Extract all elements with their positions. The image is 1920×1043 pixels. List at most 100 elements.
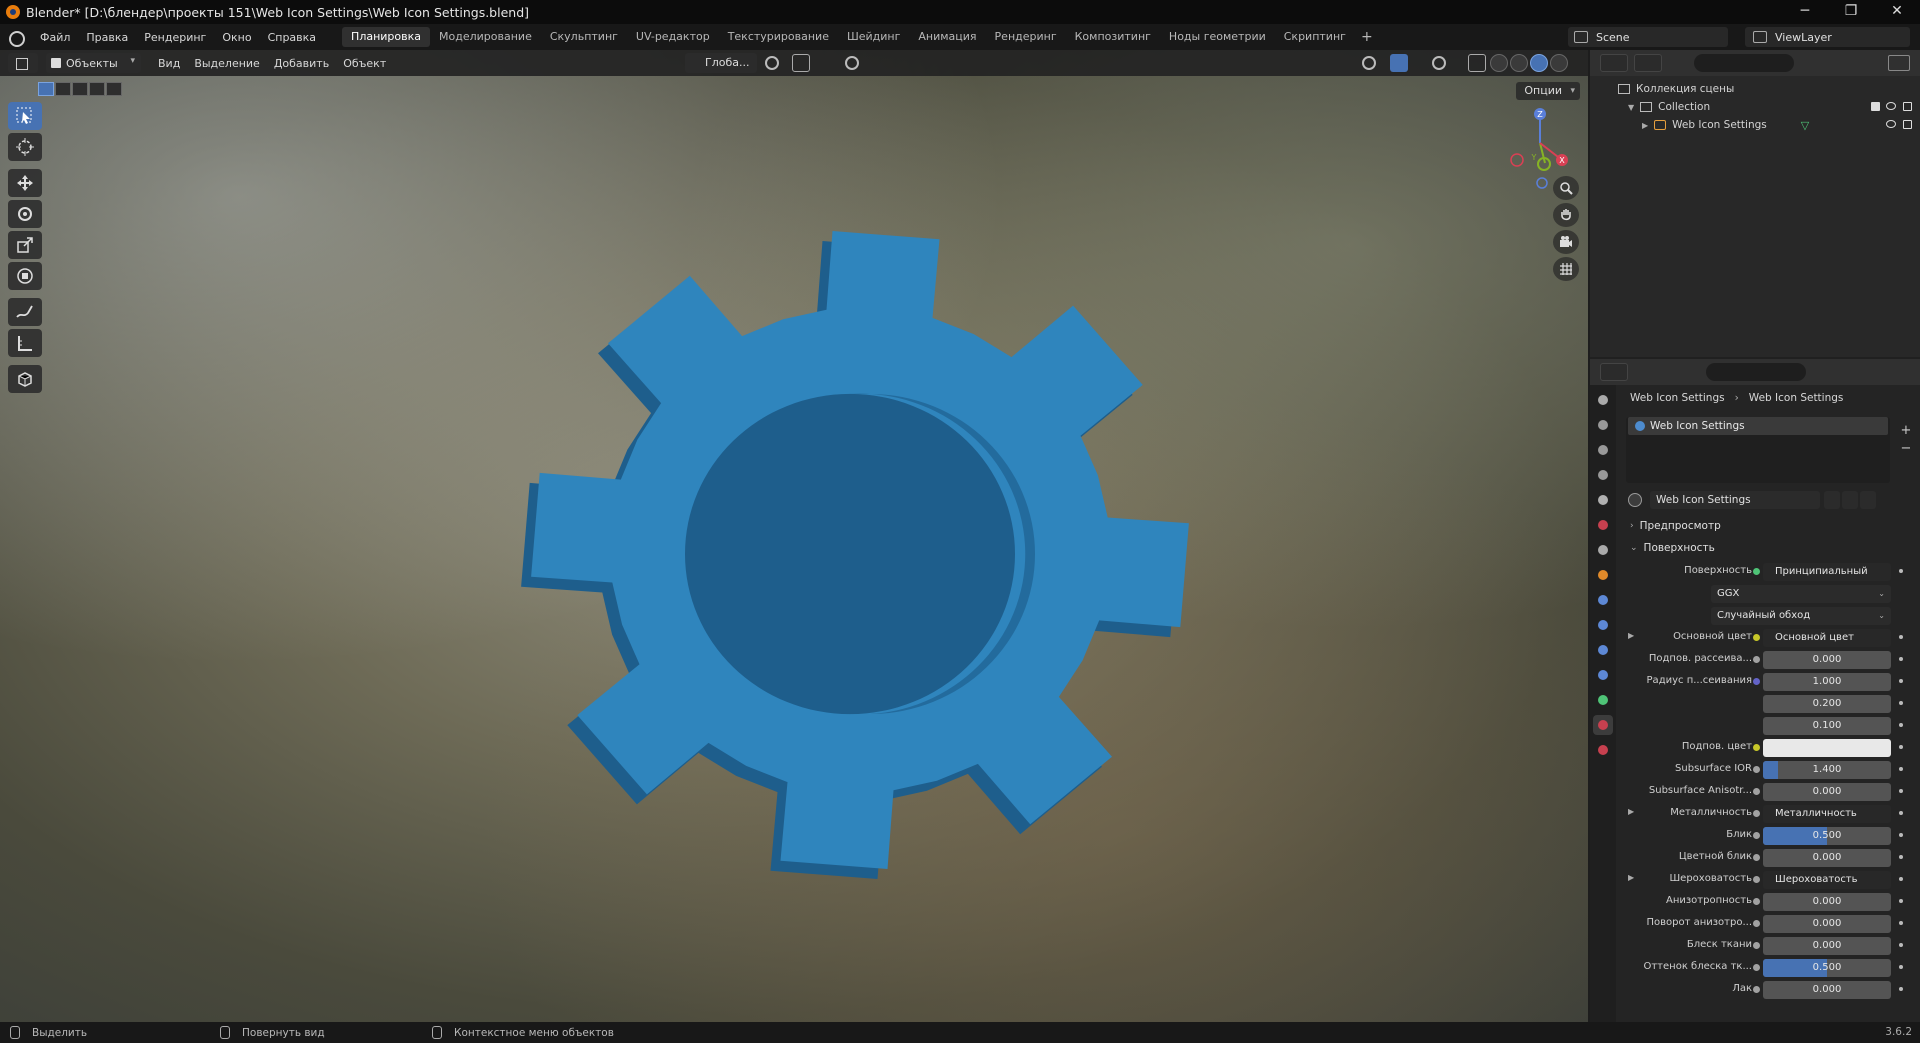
world-tab-icon[interactable]: [1593, 515, 1613, 535]
tab-texture-paint[interactable]: Текстурирование: [719, 27, 838, 47]
socket-icon[interactable]: [1753, 920, 1760, 927]
socket-icon[interactable]: [1753, 942, 1760, 949]
socket-icon[interactable]: [1753, 678, 1760, 685]
3d-viewport[interactable]: Объекты ▾ Вид Выделение Добавить Объект …: [0, 50, 1588, 1022]
duplicate-material-button[interactable]: [1842, 491, 1858, 509]
select-box-icon[interactable]: [8, 102, 42, 130]
proportional-edit-icon[interactable]: [845, 56, 859, 70]
socket-icon[interactable]: [1753, 744, 1760, 751]
close-button[interactable]: ✕: [1874, 0, 1920, 24]
keyframe-dot-icon[interactable]: [1899, 833, 1903, 837]
material-browse-icon[interactable]: [1628, 493, 1642, 507]
tab-layout[interactable]: Планировка: [342, 27, 431, 47]
rotate-icon[interactable]: [8, 200, 42, 228]
tab-sculpting[interactable]: Скульптинг: [541, 27, 627, 47]
overlay-icon[interactable]: [1432, 56, 1446, 70]
material-tab-icon[interactable]: [1593, 715, 1613, 735]
remove-slot-button[interactable]: −: [1898, 441, 1914, 457]
gizmo-neg-x-axis[interactable]: [1510, 153, 1524, 167]
keyframe-dot-icon[interactable]: [1899, 965, 1903, 969]
camera-render-icon[interactable]: [1903, 120, 1912, 129]
number-field[interactable]: 0.100: [1763, 717, 1891, 735]
add-workspace-button[interactable]: +: [1355, 29, 1379, 45]
rendered-shading-icon[interactable]: [1550, 54, 1568, 72]
number-field[interactable]: 0.000: [1763, 915, 1891, 933]
add-cube-icon[interactable]: [8, 365, 42, 393]
scene-selector[interactable]: Scene: [1568, 27, 1728, 47]
output-tab-icon[interactable]: [1593, 440, 1613, 460]
grid-icon[interactable]: [1553, 257, 1579, 281]
menu-select[interactable]: Выделение: [187, 57, 267, 70]
unlink-material-button[interactable]: [1860, 491, 1876, 509]
socket-icon[interactable]: [1753, 656, 1760, 663]
number-field[interactable]: 0.000: [1763, 651, 1891, 669]
keyframe-dot-icon[interactable]: [1899, 569, 1903, 573]
constraints-tab-icon[interactable]: [1593, 665, 1613, 685]
maximize-button[interactable]: ❐: [1828, 0, 1874, 24]
blender-menu-icon[interactable]: [8, 29, 25, 47]
editor-type-icon[interactable]: [8, 53, 38, 73]
move-icon[interactable]: [8, 169, 42, 197]
number-field[interactable]: 1.000: [1763, 673, 1891, 691]
snap-icon[interactable]: [792, 54, 810, 72]
keyframe-dot-icon[interactable]: [1899, 745, 1903, 749]
eye-icon[interactable]: [1886, 120, 1896, 128]
keyframe-dot-icon[interactable]: [1899, 657, 1903, 661]
zoom-icon[interactable]: [1553, 176, 1579, 200]
socket-icon[interactable]: [1753, 810, 1760, 817]
add-slot-button[interactable]: +: [1898, 423, 1914, 439]
number-field[interactable]: 0.000: [1763, 783, 1891, 801]
minimize-button[interactable]: ─: [1782, 0, 1828, 24]
keyframe-dot-icon[interactable]: [1899, 767, 1903, 771]
tab-animation[interactable]: Анимация: [909, 27, 985, 47]
link-field[interactable]: Основной цвет: [1763, 629, 1891, 647]
tool-tab-icon[interactable]: [1593, 390, 1613, 410]
select-new-icon[interactable]: [38, 82, 54, 96]
transform-icon[interactable]: [8, 262, 42, 290]
cursor-icon[interactable]: [8, 133, 42, 161]
data-tab-icon[interactable]: [1593, 690, 1613, 710]
visibility-icon[interactable]: [1362, 56, 1376, 70]
scene-tab-icon[interactable]: [1593, 490, 1613, 510]
number-field[interactable]: 0.000: [1763, 849, 1891, 867]
link-field[interactable]: Металличность: [1763, 805, 1891, 823]
properties-editor-type-icon[interactable]: [1600, 363, 1628, 381]
collection-tab-icon[interactable]: [1593, 540, 1613, 560]
socket-icon[interactable]: [1753, 854, 1760, 861]
menu-add[interactable]: Добавить: [267, 57, 336, 70]
preview-panel-header[interactable]: › Предпросмотр: [1620, 515, 1920, 537]
number-field[interactable]: 0.000: [1763, 981, 1891, 999]
tab-scripting[interactable]: Скриптинг: [1275, 27, 1355, 47]
navigation-gizmo[interactable]: Z Y X: [1500, 98, 1580, 178]
view-layer-selector[interactable]: ViewLayer: [1745, 27, 1910, 47]
keyframe-dot-icon[interactable]: [1899, 701, 1903, 705]
socket-icon[interactable]: [1753, 766, 1760, 773]
outliner-row-object[interactable]: ▶ Web Icon Settings ▽: [1590, 116, 1920, 134]
tab-shading[interactable]: Шейдинг: [838, 27, 909, 47]
gizmo-toggle-icon[interactable]: [1390, 54, 1408, 72]
color-field[interactable]: [1763, 739, 1891, 757]
texture-tab-icon[interactable]: [1593, 740, 1613, 760]
keyframe-dot-icon[interactable]: [1899, 855, 1903, 859]
socket-icon[interactable]: [1753, 986, 1760, 993]
number-field[interactable]: 0.500: [1763, 959, 1891, 977]
number-field[interactable]: 1.400: [1763, 761, 1891, 779]
tab-uv-editing[interactable]: UV-редактор: [627, 27, 719, 47]
socket-icon[interactable]: [1753, 964, 1760, 971]
select-extend-icon[interactable]: [55, 82, 71, 96]
keyframe-dot-icon[interactable]: [1899, 921, 1903, 925]
select-subtract-icon[interactable]: [72, 82, 88, 96]
property-dropdown[interactable]: GGX ⌄: [1711, 585, 1891, 603]
outliner-editor-type-icon[interactable]: [1600, 54, 1628, 72]
keyframe-dot-icon[interactable]: [1899, 811, 1903, 815]
menu-help[interactable]: Справка: [260, 31, 324, 44]
socket-icon[interactable]: [1753, 634, 1760, 641]
select-intersect-icon[interactable]: [106, 82, 122, 96]
menu-view[interactable]: Вид: [151, 57, 187, 70]
tab-geometry-nodes[interactable]: Ноды геометрии: [1160, 27, 1275, 47]
object-tab-icon[interactable]: [1593, 565, 1613, 585]
number-field[interactable]: 0.200: [1763, 695, 1891, 713]
properties-search-input[interactable]: [1706, 363, 1806, 381]
annotate-icon[interactable]: [8, 298, 42, 326]
wireframe-shading-icon[interactable]: [1490, 54, 1508, 72]
